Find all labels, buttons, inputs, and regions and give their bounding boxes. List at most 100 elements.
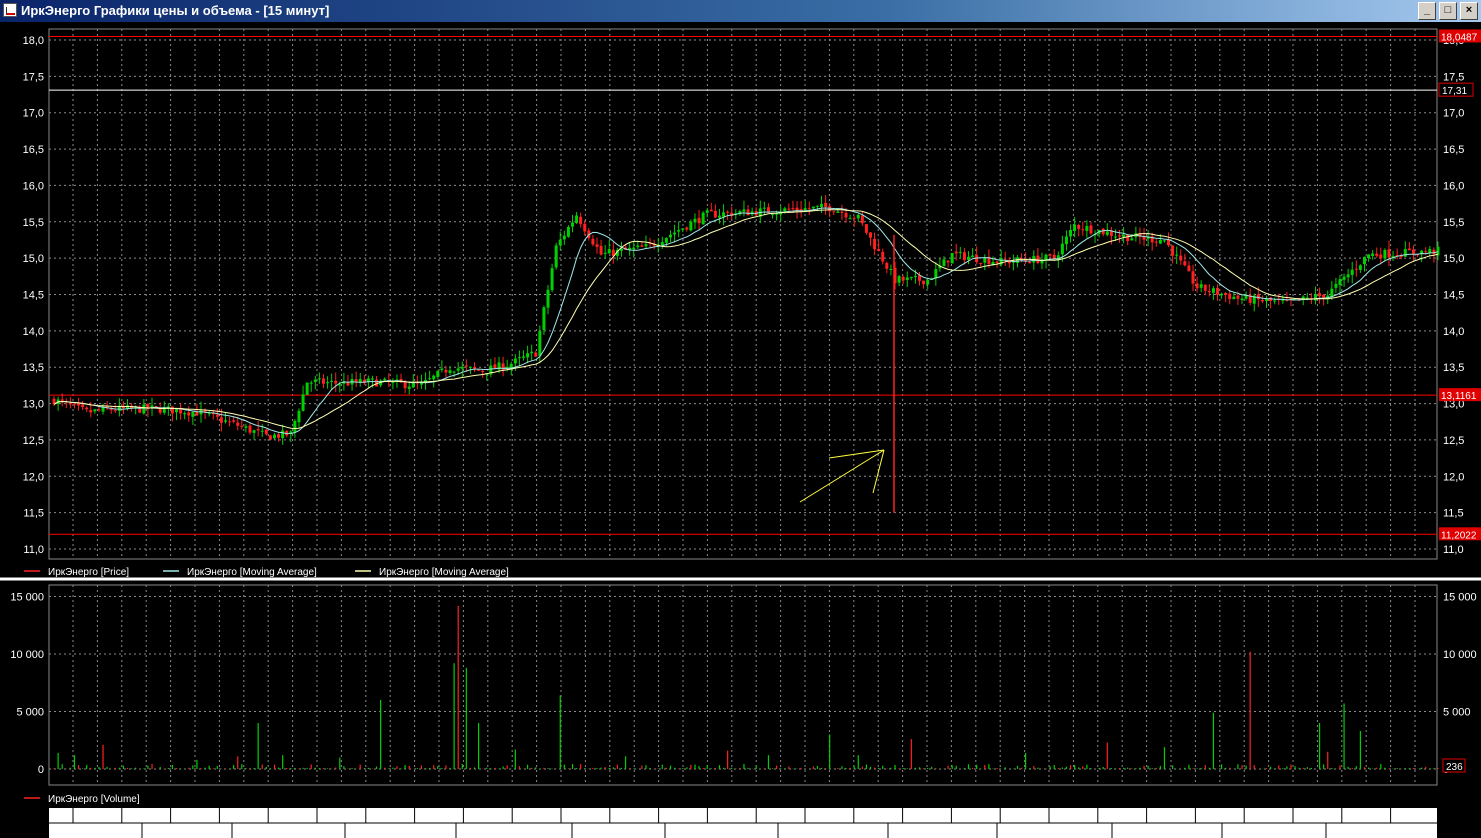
candle-body	[1130, 238, 1134, 241]
window-title: ИркЭнерго Графики цены и объема - [15 ми…	[21, 3, 330, 18]
candle-body	[542, 307, 546, 330]
day-label: 30	[236, 826, 248, 837]
chart-canvas[interactable]: 11,0 11,5 12,0 12,5 13,0 13,5 14,0 14,5 15,0 15,5…	[0, 22, 1481, 838]
candle-body	[534, 352, 538, 357]
hour-label: 17h	[431, 811, 448, 822]
candle-body	[1162, 240, 1166, 242]
candle-body	[1081, 229, 1085, 231]
candle-body	[428, 378, 432, 380]
candle-body	[281, 430, 285, 439]
candle-body	[1281, 300, 1285, 302]
candle-body	[248, 425, 252, 433]
chart-app-icon[interactable]	[3, 3, 17, 17]
candle-body	[481, 370, 485, 373]
legend-label: ИркЭнерго [Price]	[48, 567, 129, 578]
candle-body	[897, 276, 901, 283]
candle-body	[77, 403, 81, 406]
price-tick-label: 15,5	[1443, 217, 1464, 229]
hour-label: 16h	[626, 811, 643, 822]
candle-body	[440, 368, 444, 370]
candle-body	[807, 208, 811, 210]
candle-body	[1346, 274, 1350, 278]
candle-body	[934, 269, 938, 279]
candle-body	[236, 422, 240, 426]
candle-body	[860, 215, 864, 224]
hour-label: 13h	[919, 811, 936, 822]
candle-body	[109, 409, 113, 411]
candle-body	[607, 249, 611, 254]
hour-label: 14h	[284, 811, 301, 822]
price-y-axis-left: 11,0 11,5 12,0 12,5 13,0 13,5 14,0 14,5 15,0 15,5…	[23, 35, 44, 556]
candle-body	[881, 251, 885, 262]
price-tick-label: 17,0	[1443, 108, 1464, 120]
candle-body	[460, 366, 464, 369]
candle-body	[603, 252, 607, 254]
price-y-axis-right: 11,011,512,012,513,013,514,014,515,015,5…	[1443, 35, 1464, 556]
price-tick-label: 12,5	[1443, 435, 1464, 447]
candle-body	[1403, 248, 1407, 257]
candle-body	[583, 223, 587, 232]
candle-body	[1036, 255, 1040, 264]
hour-label: 11h	[1114, 811, 1130, 822]
candle-body	[554, 245, 558, 268]
candle-body	[1191, 271, 1195, 284]
candle-body	[1195, 283, 1199, 289]
minimize-button[interactable]: _	[1418, 2, 1436, 20]
close-button[interactable]: ×	[1460, 2, 1478, 20]
candle-body	[922, 280, 926, 285]
day-label: 6	[782, 826, 788, 837]
candle-body	[113, 410, 117, 412]
candle-body	[252, 430, 256, 433]
candle-body	[742, 209, 746, 212]
candle-body	[783, 208, 787, 212]
price-tick-label: 11,5	[1443, 508, 1464, 520]
candle-body	[966, 256, 970, 260]
candle-body	[240, 425, 244, 427]
candle-body	[1216, 287, 1220, 295]
candle-body	[979, 262, 983, 264]
price-tick-label: 15,0	[23, 253, 44, 265]
candle-body	[85, 407, 89, 410]
candle-body	[673, 232, 677, 235]
candle-body	[1171, 245, 1175, 256]
candle-body	[403, 381, 407, 389]
candle-body	[852, 217, 856, 219]
maximize-button[interactable]: □	[1439, 2, 1457, 20]
candle-body	[775, 213, 779, 215]
candle-body	[1334, 283, 1338, 288]
candle-body	[954, 251, 958, 254]
candle-body	[705, 210, 709, 213]
candle-body	[840, 211, 844, 213]
hour-label: 10h	[138, 811, 155, 822]
candle-body	[277, 434, 281, 438]
candle-body	[383, 378, 387, 381]
candle-body	[832, 211, 836, 213]
candle-body	[905, 277, 909, 281]
candle-body	[1350, 269, 1354, 275]
candle-body	[815, 205, 819, 207]
hour-label: 13h	[382, 811, 399, 822]
candle-body	[1367, 254, 1371, 259]
candle-body	[1313, 294, 1317, 301]
candle-body	[1358, 265, 1362, 270]
candle-body	[477, 369, 481, 371]
volume-tick-label: 0	[38, 764, 44, 776]
candle-body	[509, 363, 513, 368]
price-tick-label: 15,0	[1443, 253, 1464, 265]
day-label: 29	[146, 826, 158, 837]
candle-body	[685, 227, 689, 230]
candle-body	[309, 382, 313, 384]
legend-label: ИркЭнерго [Moving Average]	[187, 567, 317, 578]
candle-body	[579, 216, 583, 225]
candle-body	[432, 375, 436, 380]
candle-body	[1424, 251, 1428, 253]
candle-body	[791, 208, 795, 210]
candle-body	[338, 384, 342, 386]
candle-body	[885, 262, 889, 269]
candle-body	[1077, 225, 1081, 229]
candle-body	[175, 409, 179, 413]
hour-label: 11h	[577, 811, 593, 822]
candle-body	[334, 380, 338, 384]
candle-body	[950, 252, 954, 264]
candle-body	[1354, 268, 1358, 270]
